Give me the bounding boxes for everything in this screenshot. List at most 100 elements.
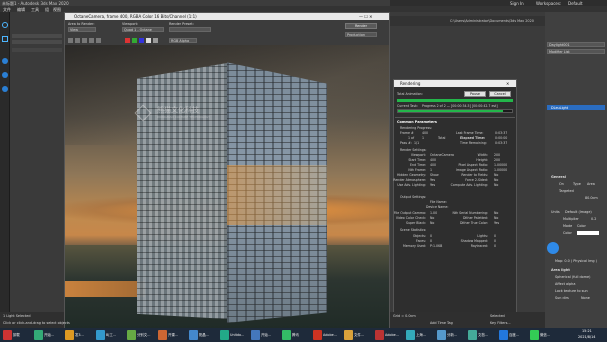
select-icon[interactable] — [2, 22, 8, 28]
clear-icon[interactable] — [96, 38, 101, 43]
common-parameters-header[interactable]: Common Parameters — [397, 120, 437, 124]
taskbar-app-icon[interactable] — [189, 330, 198, 340]
of-label: 1 of — [408, 136, 415, 140]
file-name-label: File Name: — [430, 200, 447, 204]
scene-explorer-row[interactable] — [12, 40, 62, 44]
modifier-stack-item[interactable]: DLeuLight — [547, 105, 605, 110]
taskbar-app-icon[interactable] — [313, 330, 322, 340]
taskbar-app-label[interactable]: Adobe... — [385, 330, 399, 340]
taskbar-app-icon[interactable] — [34, 330, 43, 340]
taskbar-app-icon[interactable] — [344, 330, 353, 340]
taskbar-app-icon[interactable] — [158, 330, 167, 340]
scene-explorer-row[interactable] — [12, 48, 62, 52]
copy-image-icon[interactable] — [75, 38, 80, 43]
render-setting-value: No — [494, 178, 499, 182]
taskbar-app-label[interactable]: 发3... — [75, 330, 84, 340]
taskbar-app-label[interactable]: 文档... — [478, 330, 488, 340]
targeted-label[interactable]: Targeted — [559, 189, 574, 193]
taskbar-app-icon[interactable] — [437, 330, 446, 340]
mono-icon[interactable] — [153, 38, 158, 43]
blue-channel-icon[interactable] — [139, 38, 144, 43]
rendering-dialog-close-icon[interactable]: ✕ — [506, 81, 509, 86]
taskbar-app-icon[interactable] — [282, 330, 291, 340]
workspaces-value[interactable]: Default — [568, 1, 583, 6]
render-window-controls[interactable]: — ☐ ✕ — [359, 14, 372, 19]
taskbar-app-icon[interactable] — [127, 330, 136, 340]
modifier-list-select[interactable]: Modifier List — [547, 49, 605, 54]
visibility-icon[interactable] — [2, 86, 8, 92]
viewport-select[interactable]: Quad 1 - Octane — [122, 27, 164, 32]
lock-texture-option[interactable]: Lock texture to sun — [555, 289, 588, 293]
taskbar-app-icon[interactable] — [251, 330, 260, 340]
scene-explorer-panel — [10, 12, 66, 328]
alpha-channel-icon[interactable] — [146, 38, 151, 43]
filter-icon[interactable] — [2, 72, 8, 78]
pass-label: Pass #: — [400, 141, 412, 145]
mode-value[interactable]: Color — [577, 224, 586, 228]
layer-icon[interactable] — [2, 36, 8, 42]
taskbar-app-label[interactable]: 分新... — [447, 330, 457, 340]
taskbar-app-icon[interactable] — [406, 330, 415, 340]
general-header[interactable]: General — [551, 175, 566, 179]
taskbar-app-label[interactable]: 阳晶... — [199, 330, 209, 340]
spherical-option[interactable]: Spherical (full dome) — [555, 275, 590, 279]
render-button[interactable]: Render — [345, 23, 377, 29]
taskbar-app-label[interactable]: 卸载 — [13, 330, 20, 340]
tint-map-label[interactable]: Map: 0.0 ( Physical Img ) — [555, 259, 597, 263]
taskbar-app-label[interactable]: 微信... — [540, 330, 550, 340]
current-task-value: Progress 2 of 2 — [00:00:34.5] [00:00:42… — [422, 104, 498, 108]
print-icon[interactable] — [89, 38, 94, 43]
taskbar-app-label[interactable]: 文件... — [354, 330, 364, 340]
multiplier-value[interactable]: 0.2 — [591, 217, 596, 221]
taskbar-app-icon[interactable] — [96, 330, 105, 340]
taskbar-app-label[interactable]: 分别文... — [137, 330, 150, 340]
area-to-render-select[interactable]: View — [68, 27, 96, 32]
on-label[interactable]: On — [559, 182, 564, 186]
render-preset-select[interactable] — [169, 27, 211, 32]
taskbar-app-label[interactable]: BJ工... — [106, 330, 116, 340]
taskbar-app-icon[interactable] — [499, 330, 508, 340]
frame-label: Frame # — [400, 131, 414, 135]
taskbar-app-label[interactable]: 上海... — [416, 330, 426, 340]
taskbar-app-label[interactable]: 开始... — [261, 330, 271, 340]
render-mode-select[interactable]: Production — [345, 32, 377, 37]
channel-select[interactable]: RGB Alpha — [169, 38, 197, 43]
taskbar-app-icon[interactable] — [530, 330, 539, 340]
sort-icon[interactable] — [2, 58, 8, 64]
left-tool-strip — [0, 12, 10, 328]
taskbar-app-label[interactable]: 开始... — [44, 330, 54, 340]
render-setting-value: Show — [430, 173, 439, 177]
area-light-header[interactable]: Area light — [551, 268, 570, 272]
cancel-button[interactable]: Cancel — [489, 91, 511, 97]
pause-button[interactable]: Pause — [464, 91, 486, 97]
taskbar-date: 2021/8/14 — [578, 335, 596, 339]
target-distance-value[interactable]: 80.0cm — [585, 196, 598, 200]
taskbar-app-icon[interactable] — [220, 330, 229, 340]
units-value[interactable]: Default (Image) — [565, 210, 592, 214]
taskbar-app-icon[interactable] — [468, 330, 477, 340]
rendering-progress-label: Rendering Progress: — [400, 126, 432, 130]
sign-in-link[interactable]: Sign In — [510, 1, 524, 6]
taskbar-app-icon[interactable] — [65, 330, 74, 340]
type-value[interactable]: Area — [587, 182, 595, 186]
selected-filter[interactable]: Selected — [490, 314, 505, 318]
taskbar-app-icon[interactable] — [375, 330, 384, 340]
color-swatch[interactable] — [577, 231, 599, 235]
red-channel-icon[interactable] — [125, 38, 130, 43]
taskbar-app-label[interactable]: Adobe... — [323, 330, 337, 340]
taskbar-app-icon[interactable] — [3, 330, 12, 340]
clone-window-icon[interactable] — [82, 38, 87, 43]
sun-dirs-value[interactable]: None — [581, 296, 590, 300]
taskbar-app-label[interactable]: Unitdo... — [230, 330, 244, 340]
affect-alpha-option[interactable]: Affect alpha — [555, 282, 575, 286]
elapsed-label: Elapsed Time: — [460, 136, 486, 140]
add-time-tag[interactable]: Add Time Tag — [430, 321, 453, 325]
green-channel-icon[interactable] — [132, 38, 137, 43]
taskbar-app-label[interactable]: 开课... — [168, 330, 178, 340]
save-image-icon[interactable] — [68, 38, 73, 43]
taskbar-app-label[interactable]: 百度... — [509, 330, 519, 340]
sun-dirs-label: Sun dirs — [555, 296, 569, 300]
taskbar-app-label[interactable]: 腾讯 — [292, 330, 299, 340]
key-filters[interactable]: Key Filters... — [490, 321, 511, 325]
object-name-field[interactable]: Daylight001 — [547, 42, 605, 47]
